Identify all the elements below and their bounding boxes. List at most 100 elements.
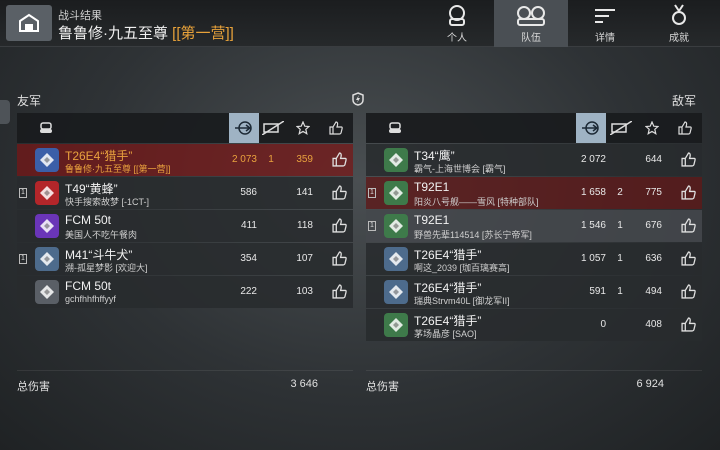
- damage-value: 1 546: [580, 220, 606, 231]
- tank-class-icon: [384, 181, 408, 205]
- player-name: 鲁鲁修·九五至尊 [[第一营]]: [65, 164, 171, 174]
- garage-icon: [19, 13, 39, 32]
- player-row[interactable]: 1 T92E1 野兽先辈114514 [苏长宁帝军] 1 546 1 676: [366, 210, 702, 242]
- enemies-label: 敌军: [672, 94, 697, 108]
- xp-value: 359: [296, 154, 313, 165]
- player-name: 茅场晶彦 [SAO]: [414, 329, 477, 339]
- like-button[interactable]: [681, 317, 696, 332]
- damage-value: 0: [600, 319, 606, 330]
- player-row[interactable]: T34“鹰” 霸气-上海世博会 [霸气] 2 072 644: [366, 144, 702, 176]
- vehicle-emblem-icon: [40, 252, 54, 266]
- xp-value: 494: [645, 286, 662, 297]
- garage-button[interactable]: [6, 5, 52, 41]
- tank-column-header[interactable]: [382, 113, 408, 143]
- like-button[interactable]: [681, 284, 696, 299]
- like-button[interactable]: [332, 185, 347, 200]
- like-column-header[interactable]: [323, 113, 349, 143]
- tab-team[interactable]: 队伍: [494, 0, 568, 47]
- player-name: 阳炎八号舰——雪风 [特种部队]: [414, 197, 539, 207]
- damage-icon: [235, 121, 252, 135]
- tank-class-icon: [384, 148, 408, 172]
- allies-rows: T26E4“猎手” 鲁鲁修·九五至尊 [[第一营]] 2 073 1 359 1 T49“黄…: [17, 144, 353, 308]
- xp-column-header[interactable]: [290, 113, 316, 143]
- kills-value: 2: [617, 187, 623, 198]
- player-name: 瑞典Strvm40L [御龙军II]: [414, 296, 510, 306]
- player-row[interactable]: 1 M41“斗牛犬” 溯-孤星梦影 [欢迎大] 354 107: [17, 243, 353, 275]
- kills-value: 1: [268, 154, 274, 165]
- xp-value: 118: [297, 220, 313, 231]
- platoon-badge: 1: [368, 221, 376, 231]
- player-row[interactable]: T26E4“猎手” 瑞典Strvm40L [御龙军II] 591 1 494: [366, 276, 702, 308]
- tank-class-icon: [384, 313, 408, 337]
- like-button[interactable]: [681, 185, 696, 200]
- tank-name: FCM 50t: [65, 279, 112, 293]
- player-name: 啊这_2039 [珈百璃赛高]: [414, 263, 510, 273]
- tank-name: T92E1: [414, 213, 450, 227]
- damage-value: 411: [241, 220, 257, 231]
- player-row[interactable]: T26E4“猎手” 啊这_2039 [珈百璃赛高] 1 057 1 636: [366, 243, 702, 275]
- damage-value: 2 073: [231, 154, 257, 165]
- player-name: 鲁鲁修·九五至尊: [58, 25, 168, 42]
- player-row[interactable]: T26E4“猎手” 鲁鲁修·九五至尊 [[第一营]] 2 073 1 359: [17, 144, 353, 176]
- xp-value: 775: [645, 187, 662, 198]
- tank-class-icon: [384, 280, 408, 304]
- assist-column-header[interactable]: [260, 113, 286, 143]
- allies-divider: [17, 370, 353, 371]
- player-row[interactable]: 1 T49“黄蜂” 快手搜索故梦 [-1CT-] 586 141: [17, 177, 353, 209]
- like-button[interactable]: [332, 284, 347, 299]
- like-button[interactable]: [332, 251, 347, 266]
- player-row[interactable]: FCM 50t gchfhhfhffyyf 222 103: [17, 276, 353, 308]
- like-button[interactable]: [332, 152, 347, 167]
- screen-title: 战斗结果: [58, 10, 102, 22]
- allies-total-damage: 3 646: [290, 378, 318, 390]
- damage-value: 222: [240, 286, 257, 297]
- enemies-rows: T34“鹰” 霸气-上海世博会 [霸气] 2 072 644 1 T92E1 阳炎八号舰——…: [366, 144, 702, 341]
- like-button[interactable]: [681, 251, 696, 266]
- kills-value: 1: [617, 253, 623, 264]
- assist-icon: [262, 121, 284, 135]
- vehicle-emblem-icon: [389, 318, 403, 332]
- player-name: 美国人不吃午餐肉: [65, 230, 138, 240]
- tank-class-icon: [35, 214, 59, 238]
- tab-personal[interactable]: 个人: [420, 0, 494, 47]
- like-button[interactable]: [681, 218, 696, 233]
- damage-value: 1 057: [580, 253, 606, 264]
- vehicle-emblem-icon: [40, 219, 54, 233]
- side-drawer-handle[interactable]: [0, 100, 10, 124]
- enemies-total-damage: 6 924: [636, 378, 664, 390]
- like-button[interactable]: [332, 218, 347, 233]
- tab-achievements[interactable]: 成就: [642, 0, 716, 47]
- allies-total-label: 总伤害: [17, 381, 50, 393]
- player-row[interactable]: 1 T92E1 阳炎八号舰——雪风 [特种部队] 1 658 2 775: [366, 177, 702, 209]
- xp-value: 676: [645, 220, 662, 231]
- player-row[interactable]: FCM 50t 美国人不吃午餐肉 411 118: [17, 210, 353, 242]
- vehicle-emblem-icon: [40, 285, 54, 299]
- player-name: 野兽先辈114514 [苏长宁帝军]: [414, 230, 532, 240]
- tank-column-header[interactable]: [33, 113, 59, 143]
- like-button[interactable]: [681, 152, 696, 167]
- player-name: 溯-孤星梦影 [欢迎大]: [65, 263, 148, 273]
- player-name: 快手搜索故梦 [-1CT-]: [65, 197, 150, 207]
- xp-star-icon: [296, 121, 310, 135]
- tank-name: FCM 50t: [65, 213, 112, 227]
- damage-value: 1 658: [580, 187, 606, 198]
- xp-value: 141: [296, 187, 313, 198]
- platoon-badge: 1: [368, 188, 376, 198]
- player-row[interactable]: T26E4“猎手” 茅场晶彦 [SAO] 0 408: [366, 309, 702, 341]
- damage-column-header[interactable]: [576, 113, 606, 143]
- assist-column-header[interactable]: [608, 113, 634, 143]
- vehicle-emblem-icon: [389, 252, 403, 266]
- platoon-badge: 1: [19, 188, 27, 198]
- allies-panel: T26E4“猎手” 鲁鲁修·九五至尊 [[第一营]] 2 073 1 359 1 T49“黄…: [17, 113, 353, 308]
- tab-details[interactable]: 详情: [568, 0, 642, 47]
- xp-value: 103: [296, 286, 313, 297]
- tank-icon: [40, 122, 52, 133]
- xp-column-header[interactable]: [639, 113, 665, 143]
- like-column-header[interactable]: [672, 113, 698, 143]
- assist-icon: [610, 121, 632, 135]
- top-bar: 战斗结果 鲁鲁修·九五至尊 [[第一营]] 个人 队伍 详情 成就: [0, 0, 720, 47]
- enemies-header: [366, 113, 702, 143]
- damage-column-header[interactable]: [229, 113, 259, 143]
- player-name: gchfhhfhffyyf: [65, 294, 116, 304]
- like-icon: [678, 121, 692, 135]
